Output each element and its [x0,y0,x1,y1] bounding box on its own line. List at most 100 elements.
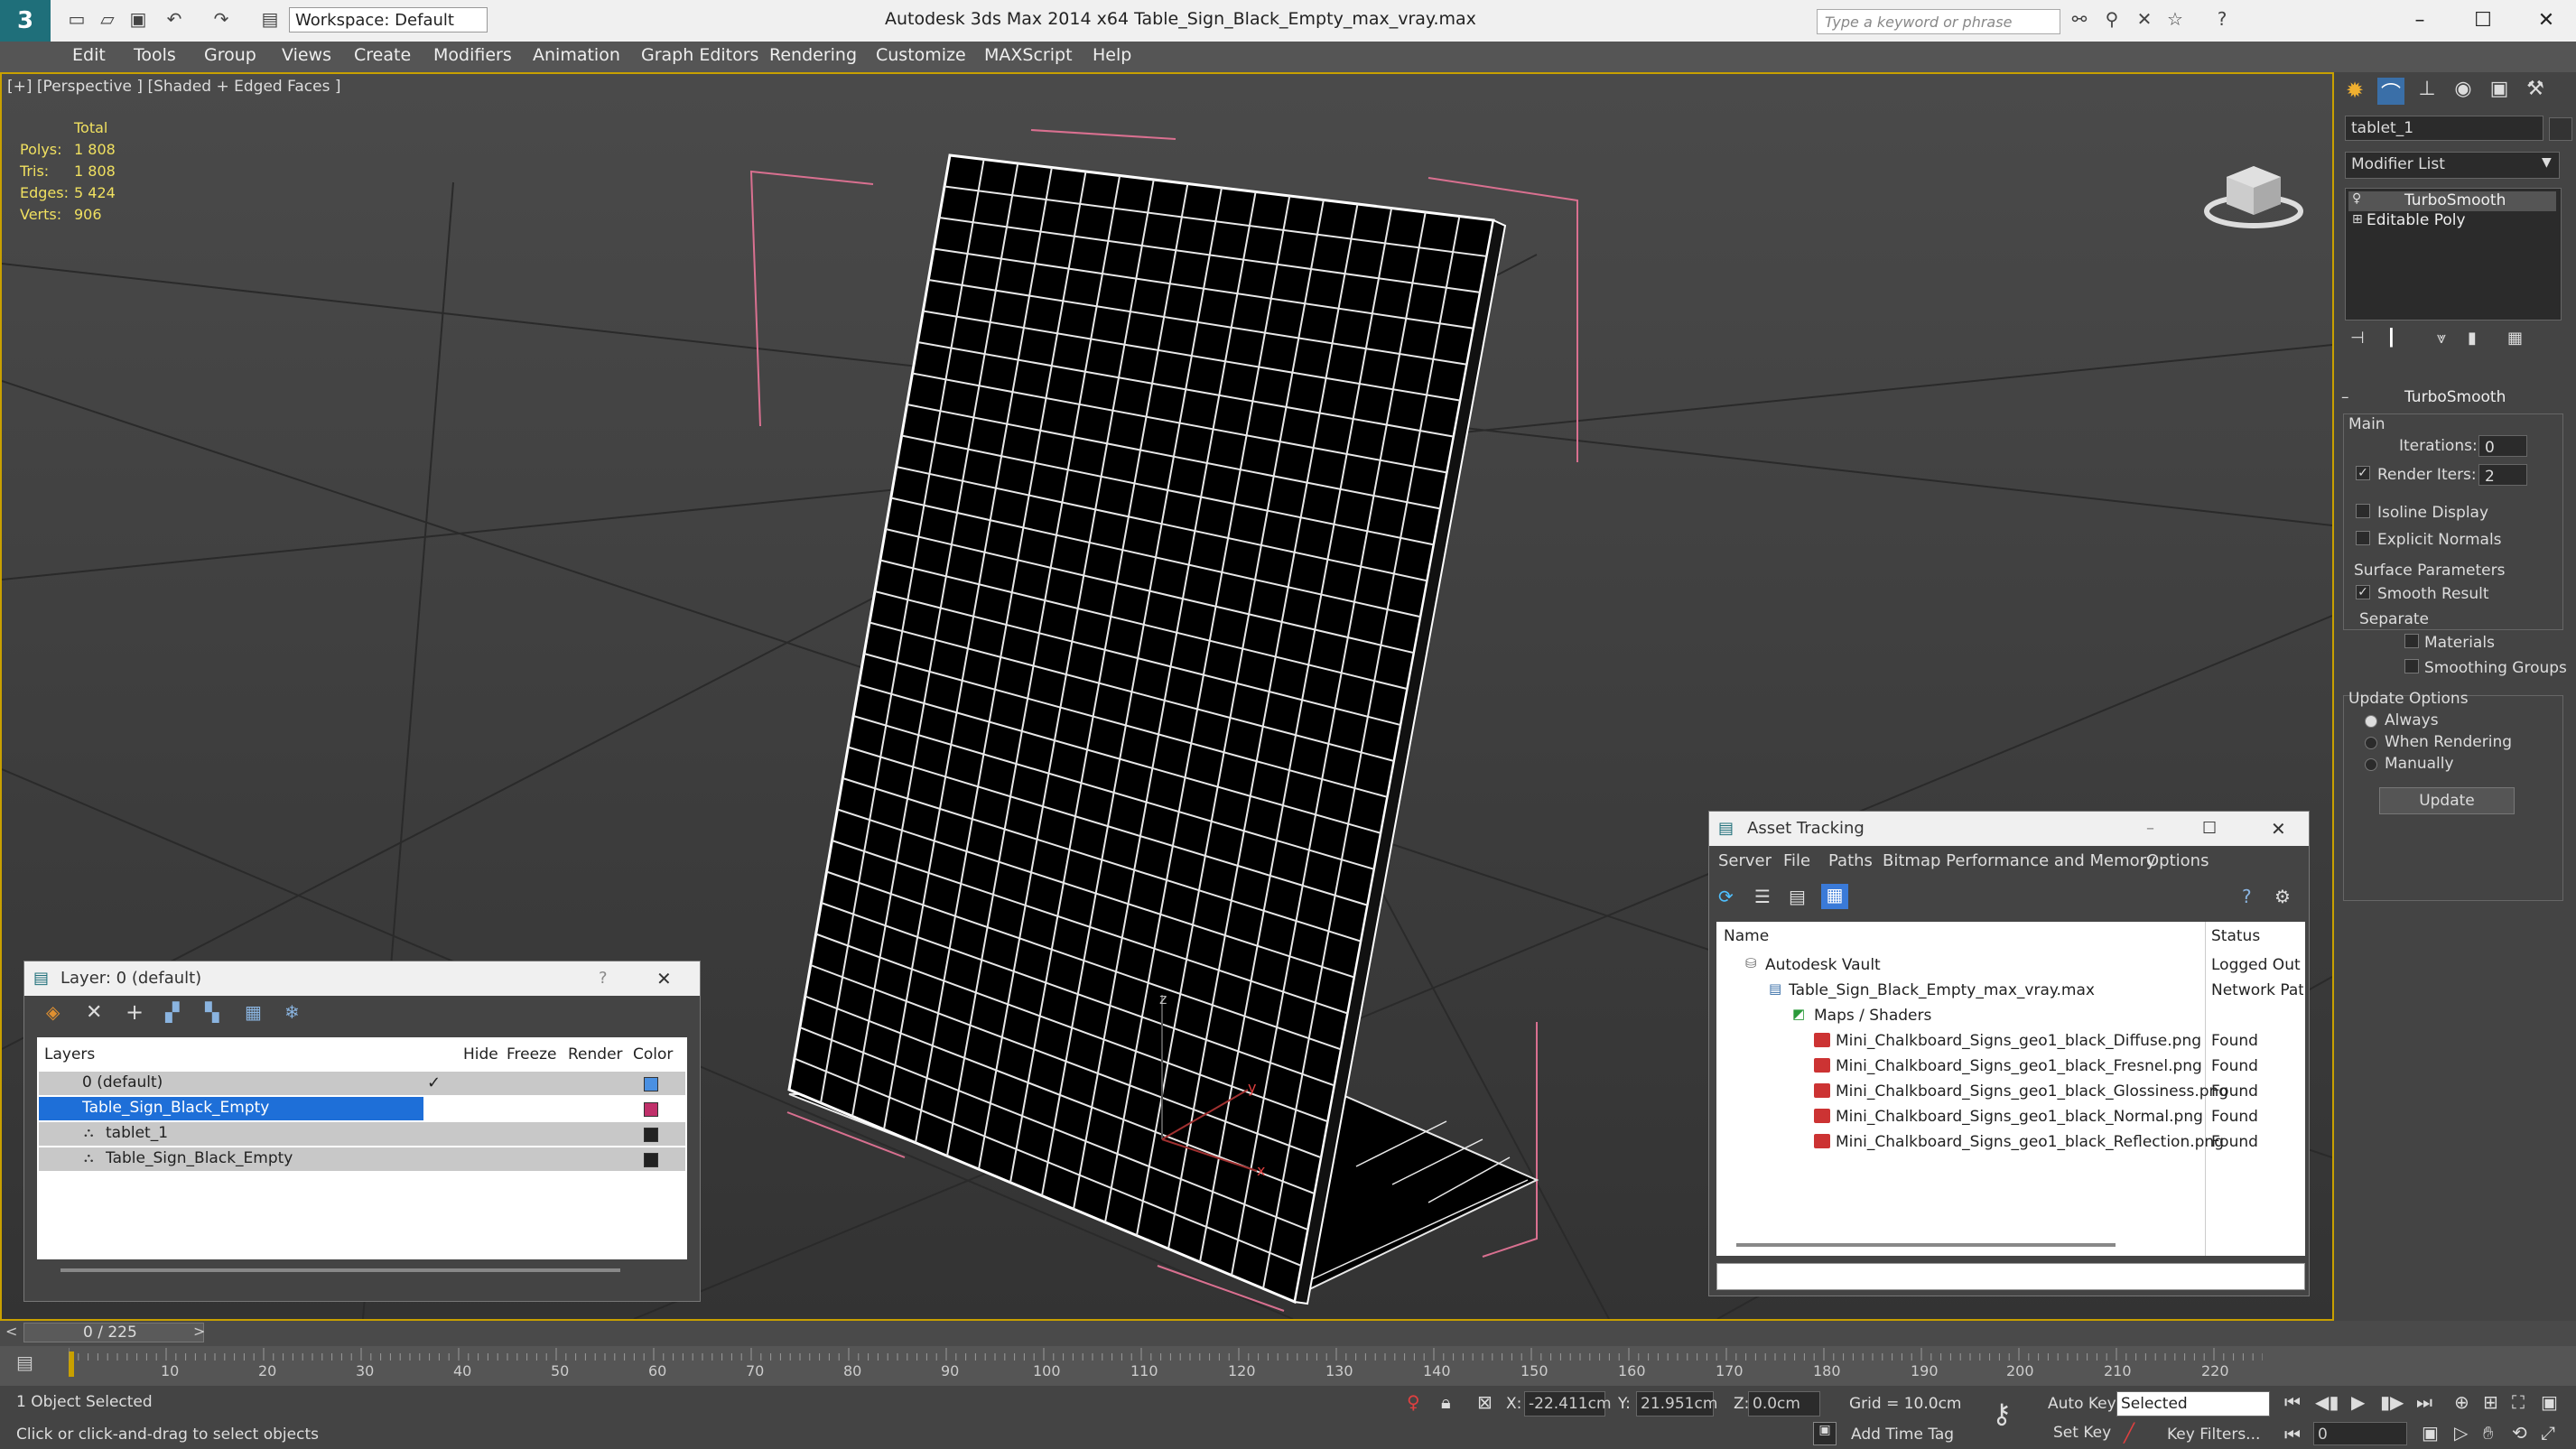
add-to-layer-icon[interactable]: + [126,999,144,1025]
go-to-start-icon[interactable]: ⏮ [2284,1391,2301,1413]
menu-modifiers[interactable]: Modifiers [433,45,512,65]
render-iters-spinner[interactable]: 2 [2478,464,2527,486]
menu-paths[interactable]: Paths [1828,851,1873,870]
asset-name[interactable]: Mini_Chalkboard_Signs_geo1_black_Diffuse… [1836,1032,2201,1050]
refresh-icon[interactable]: ⟳ [1718,886,1740,907]
explicit-normals-checkbox[interactable] [2356,531,2370,545]
prev-frame-arrow-icon[interactable]: < [5,1323,17,1340]
when-rendering-radio[interactable] [2365,737,2377,749]
search-input[interactable]: Type a keyword or phrase [1817,9,2060,34]
asset-name[interactable]: Mini_Chalkboard_Signs_geo1_black_Fresnel… [1836,1057,2202,1075]
maximize-icon[interactable]: ☐ [2202,812,2217,846]
menu-views[interactable]: Views [282,45,331,65]
workspace-dropdown[interactable]: Workspace: Default [289,7,488,33]
add-time-tag-label[interactable]: Add Time Tag [1851,1426,1954,1444]
current-frame-field[interactable]: 0 [2313,1422,2407,1445]
list-view-icon[interactable]: ☰ [1754,886,1771,907]
highlight-layer-icon[interactable]: ▚ [205,1001,219,1023]
favorites-star-icon[interactable]: ☆ [2163,7,2187,31]
key-filters-icon[interactable]: ╱ [2124,1422,2134,1444]
menu-help[interactable]: Help [1093,45,1131,65]
remove-modifier-icon[interactable]: ▮ [2468,329,2477,348]
menu-rendering[interactable]: Rendering [769,45,857,65]
time-slider[interactable]: < 0 / 225 > [0,1321,2576,1346]
select-in-layer-icon[interactable]: ▞ [165,1001,179,1023]
key-mode-dropdown[interactable]: Selected [2116,1391,2270,1416]
selection-lock-icon[interactable]: 🔒︎ [1441,1391,1451,1413]
active-layer-check-icon[interactable]: ✓ [427,1073,441,1092]
always-radio[interactable] [2365,715,2377,728]
expand-icon[interactable]: ⊞ [2352,212,2363,227]
y-coord-field[interactable]: 21.951cm [1636,1391,1717,1416]
subscription-icon[interactable]: ⚲ [2100,7,2124,31]
close-icon[interactable]: ✕ [656,961,672,996]
make-unique-icon[interactable]: ⩔ [2437,329,2446,348]
delete-layer-icon[interactable]: ✕ [86,1001,102,1024]
maximize-viewport-icon[interactable]: ⤢ [2541,1422,2555,1444]
orbit-icon[interactable]: ⟲ [2512,1422,2527,1444]
configure-modifier-sets-icon[interactable]: ▦ [2507,329,2523,348]
freeze-column-header[interactable]: Freeze [507,1045,556,1064]
help-icon[interactable]: ? [2210,7,2234,31]
render-column-header[interactable]: Render [568,1045,623,1064]
asset-name[interactable]: Autodesk Vault [1765,956,1881,974]
modifier-list-dropdown[interactable]: Modifier List [2345,152,2560,179]
utilities-tab-icon[interactable]: ⚒ [2522,78,2549,105]
close-icon[interactable]: ✕ [2271,812,2286,846]
menu-server[interactable]: Server [1718,851,1772,870]
add-time-tag-icon[interactable]: ▣ [1813,1422,1837,1445]
pin-stack-icon[interactable]: ⊣ [2350,329,2365,348]
track-bar[interactable]: ▤ 10 20 30 40 50 60 70 80 90 100 110 120… [0,1346,2576,1386]
vault-settings-icon[interactable]: ⚙ [2274,886,2291,907]
mini-curve-editor-icon[interactable]: ▤ [16,1351,33,1373]
menu-tools[interactable]: Tools [134,45,176,65]
isolate-selection-icon[interactable]: ♀ [1407,1391,1420,1413]
hide-column-header[interactable]: Hide [463,1045,498,1064]
stack-item-editable-poly[interactable]: Editable Poly [2367,211,2466,229]
menu-options[interactable]: Options [2146,851,2209,870]
iterations-spinner[interactable]: 0 [2478,435,2527,457]
maximize-button[interactable]: ☐ [2456,5,2510,36]
minimize-icon[interactable]: – [2146,812,2154,846]
set-key-button[interactable]: Set Key [2053,1424,2111,1442]
render-iters-checkbox[interactable]: ✓ [2356,466,2370,480]
layer-color-swatch[interactable] [644,1153,658,1167]
hierarchy-tab-icon[interactable]: ⊥ [2413,78,2441,105]
menu-file[interactable]: File [1783,851,1810,870]
menu-maxscript[interactable]: MAXScript [984,45,1073,65]
app-logo[interactable]: 3 [0,0,51,42]
menu-bitmap-performance[interactable]: Bitmap Performance and Memory [1883,851,2156,870]
auto-key-button[interactable]: Auto Key [2048,1395,2116,1413]
z-coord-field[interactable]: 0.0cm [1748,1391,1820,1416]
isoline-display-checkbox[interactable] [2356,504,2370,518]
redo-icon[interactable]: ↷ [209,7,233,31]
asset-name[interactable]: Table_Sign_Black_Empty_max_vray.max [1789,981,2095,999]
layer-dialog-titlebar[interactable]: ▤ Layer: 0 (default) ? ✕ [24,961,700,996]
menu-animation[interactable]: Animation [533,45,620,65]
asset-name[interactable]: Mini_Chalkboard_Signs_geo1_black_Normal.… [1836,1108,2203,1126]
name-column-header[interactable]: Name [1724,927,1769,945]
hide-all-layers-icon[interactable]: ▦ [245,1001,262,1023]
menu-customize[interactable]: Customize [876,45,966,65]
absolute-mode-icon[interactable]: ⊠ [1477,1391,1493,1413]
rollout-title[interactable]: TurboSmooth [2404,388,2506,406]
next-frame-arrow-icon[interactable]: > [193,1323,205,1340]
binoculars-icon[interactable]: ⚯ [2068,7,2091,31]
pan-view-icon[interactable]: ✋︎ [2483,1422,2493,1444]
zoom-extents-icon[interactable]: ⛶ [2512,1391,2525,1413]
x-coord-field[interactable]: -22.411cm [1524,1391,1612,1416]
layer-color-swatch[interactable] [644,1102,658,1117]
smoothing-groups-checkbox[interactable] [2404,659,2419,673]
modify-tab-icon[interactable]: ⌒ [2377,78,2404,106]
undo-icon[interactable]: ↶ [163,7,186,31]
show-end-result-icon[interactable]: ┃ [2386,329,2396,348]
rollout-collapse-icon[interactable]: – [2341,388,2349,406]
chevron-down-icon[interactable]: ▼ [2542,155,2552,170]
lightbulb-icon[interactable]: ♀ [2352,191,2361,206]
key-filters-button[interactable]: Key Filters... [2167,1426,2260,1444]
time-configuration-icon[interactable]: ▣ [2422,1422,2439,1444]
menu-create[interactable]: Create [354,45,411,65]
color-column-header[interactable]: Color [633,1045,673,1064]
layer-color-swatch[interactable] [644,1077,658,1091]
save-file-icon[interactable]: ▣ [126,7,150,31]
